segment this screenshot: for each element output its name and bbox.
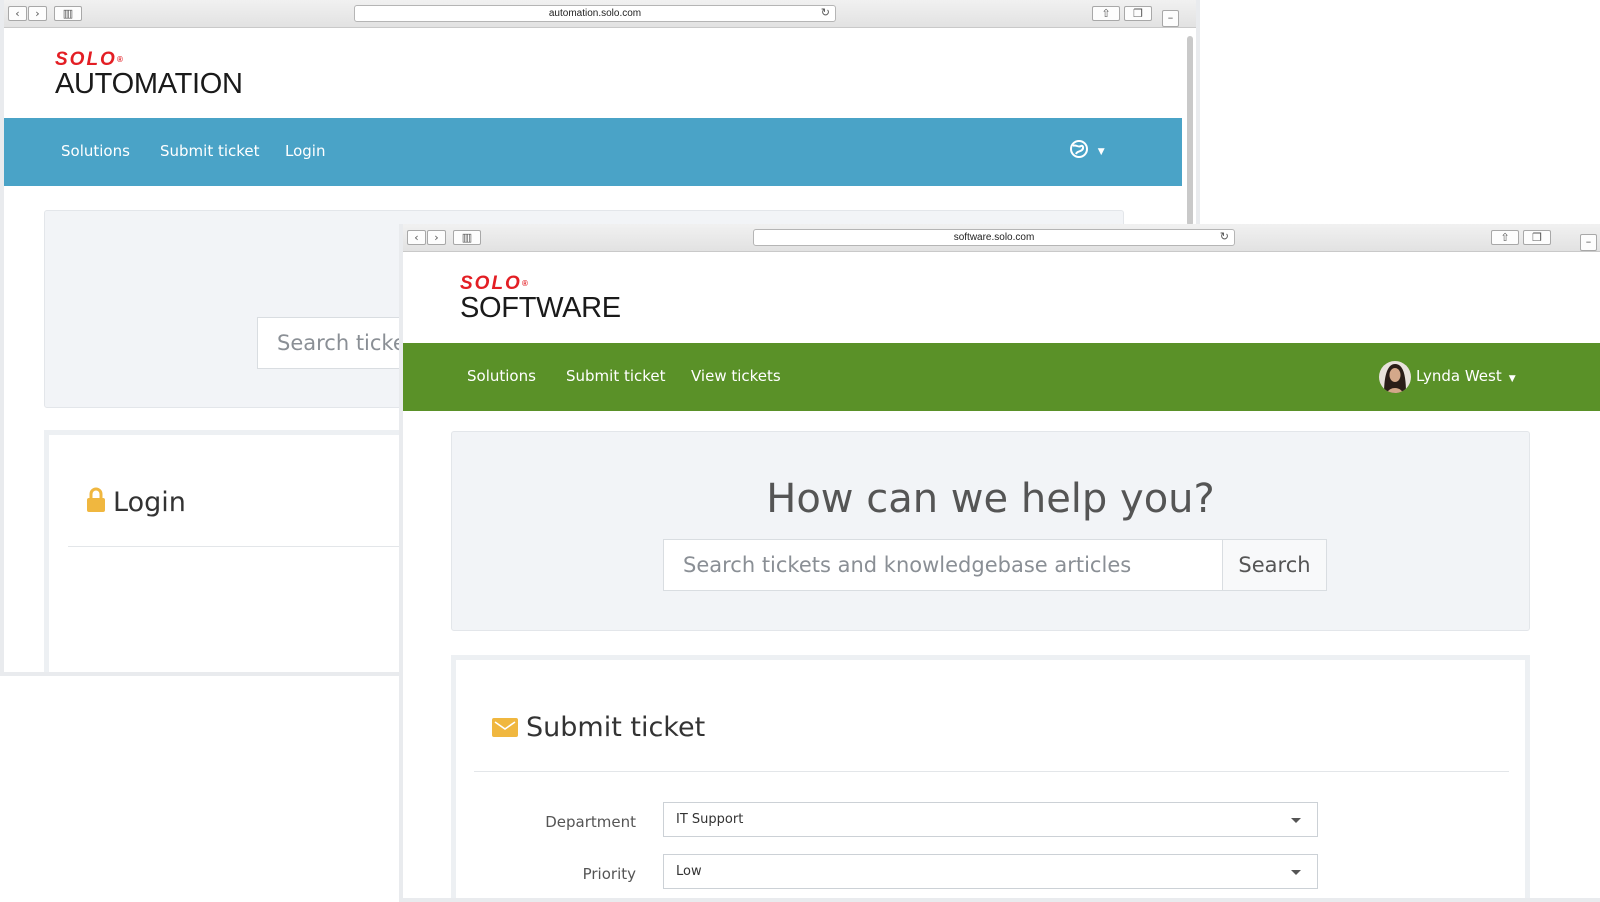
address-bar[interactable]: software.solo.com ↻ (753, 229, 1235, 246)
logo-mark: SOLO (460, 273, 522, 294)
logo-registered: ® (116, 55, 123, 64)
browser-toolbar: ‹ › ▥ automation.solo.com ↻ ⇧ ❐ – (4, 0, 1196, 28)
sidebar-icon: ▥ (62, 7, 74, 20)
back-button[interactable]: ‹ (8, 6, 27, 21)
tabs-icon: ❐ (1133, 7, 1143, 20)
nav-solutions[interactable]: Solutions (61, 142, 130, 160)
search-button[interactable]: Search (1222, 539, 1327, 591)
avatar (1379, 360, 1411, 393)
caret-down-icon: ▼ (1508, 374, 1516, 384)
hero-panel: How can we help you? Search (451, 431, 1530, 631)
reload-icon[interactable]: ↻ (821, 6, 830, 21)
lock-icon (87, 487, 105, 512)
nav-solutions[interactable]: Solutions (467, 367, 536, 385)
submit-ticket-card: Submit ticket Department IT Support Prio… (451, 655, 1530, 898)
url-text: software.solo.com (953, 232, 1035, 243)
logo-mark: SOLO (55, 49, 117, 70)
reload-icon[interactable]: ↻ (1220, 230, 1229, 245)
login-heading-text: Login (113, 487, 186, 518)
browser-window-software: ‹ › ▥ software.solo.com ↻ ⇧ ❐ – SOLO® SO… (399, 224, 1600, 902)
department-value: IT Support (676, 812, 744, 827)
globe-icon (1070, 140, 1088, 158)
share-button[interactable]: ⇧ (1491, 230, 1519, 245)
caret-down-icon (1291, 818, 1301, 823)
user-menu[interactable]: Lynda West ▼ (1378, 359, 1516, 396)
nav-submit-ticket[interactable]: Submit ticket (566, 367, 666, 385)
department-label: Department (545, 813, 636, 831)
nav-bar: Solutions Submit ticket View tickets Lyn… (403, 343, 1600, 411)
brand-logo: SOLO® SOFTWARE (460, 274, 621, 323)
search-input[interactable] (663, 539, 1223, 591)
tabs-icon: ❐ (1532, 231, 1542, 244)
sidebar-button[interactable]: ▥ (54, 6, 82, 21)
back-button[interactable]: ‹ (407, 230, 426, 245)
nav-bar: Solutions Submit ticket Login ▼ (4, 118, 1182, 186)
forward-button[interactable]: › (28, 6, 47, 21)
chevron-right-icon: › (35, 7, 40, 20)
user-name: Lynda West (1416, 367, 1502, 385)
envelope-icon (492, 718, 518, 737)
divider (474, 771, 1509, 772)
chevron-right-icon: › (434, 231, 439, 244)
sidebar-button[interactable]: ▥ (453, 230, 481, 245)
language-menu[interactable]: ▼ (1069, 139, 1105, 161)
nav-view-tickets[interactable]: View tickets (691, 367, 781, 385)
submit-ticket-heading-text: Submit ticket (526, 712, 706, 743)
share-icon: ⇧ (1500, 231, 1510, 244)
page-content: SOLO® SOFTWARE Solutions Submit ticket V… (403, 252, 1600, 898)
logo-registered: ® (521, 279, 528, 288)
minimize-button[interactable]: – (1580, 234, 1597, 251)
tabs-button[interactable]: ❐ (1124, 6, 1152, 21)
share-button[interactable]: ⇧ (1092, 6, 1120, 21)
tabs-button[interactable]: ❐ (1523, 230, 1551, 245)
chevron-left-icon: ‹ (414, 231, 419, 244)
priority-select[interactable]: Low (663, 854, 1318, 889)
submit-ticket-heading: Submit ticket (492, 712, 705, 743)
address-bar[interactable]: automation.solo.com ↻ (354, 5, 836, 22)
login-heading: Login (86, 487, 186, 518)
forward-button[interactable]: › (427, 230, 446, 245)
caret-down-icon (1291, 870, 1301, 875)
sidebar-icon: ▥ (461, 231, 473, 244)
nav-submit-ticket[interactable]: Submit ticket (160, 142, 260, 160)
url-text: automation.solo.com (548, 8, 642, 19)
priority-label: Priority (582, 865, 636, 883)
caret-down-icon: ▼ (1097, 146, 1105, 157)
priority-value: Low (676, 864, 702, 879)
department-select[interactable]: IT Support (663, 802, 1318, 837)
chevron-left-icon: ‹ (15, 7, 20, 20)
logo-name: AUTOMATION (55, 68, 243, 100)
share-icon: ⇧ (1101, 7, 1111, 20)
browser-toolbar: ‹ › ▥ software.solo.com ↻ ⇧ ❐ – (403, 224, 1600, 252)
nav-login[interactable]: Login (285, 142, 325, 160)
hero-title: How can we help you? (766, 476, 1215, 522)
scrollbar[interactable] (1187, 36, 1193, 226)
minimize-button[interactable]: – (1162, 10, 1179, 27)
logo-name: SOFTWARE (460, 292, 621, 324)
brand-logo: SOLO® AUTOMATION (55, 50, 243, 99)
